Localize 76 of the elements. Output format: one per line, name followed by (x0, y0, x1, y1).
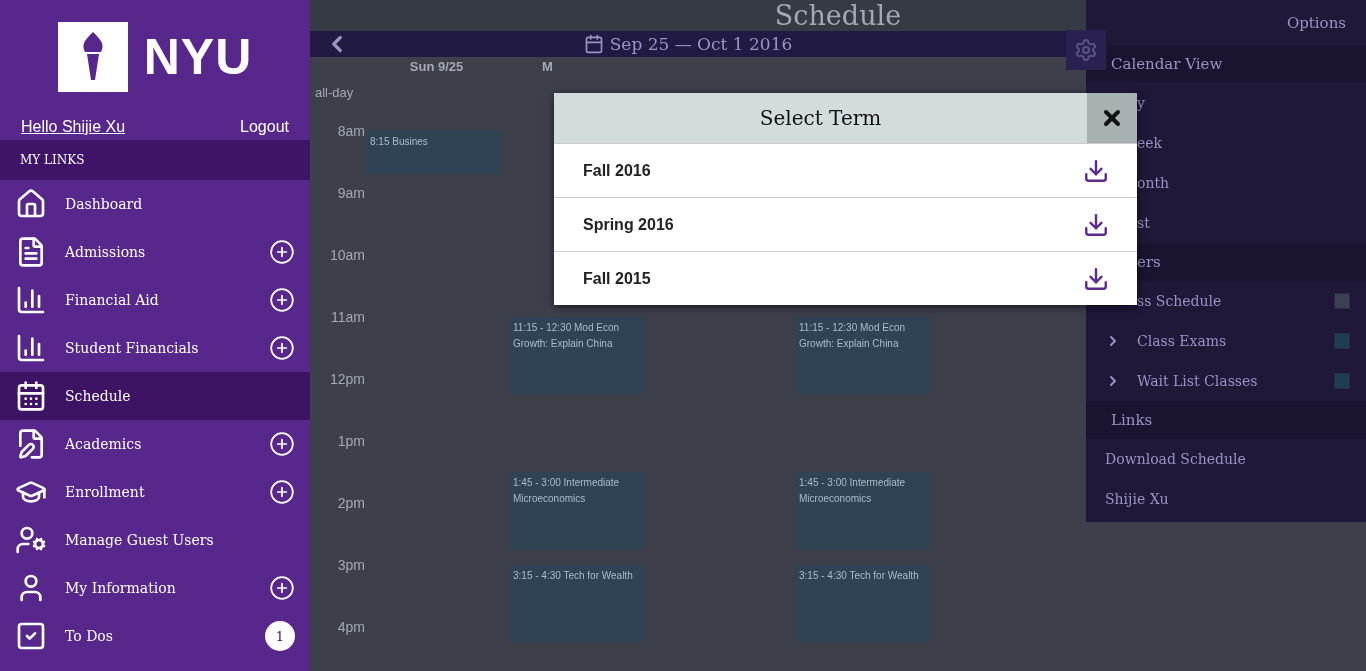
event-block[interactable]: 3:15 - 4:30 Tech for Wealth (796, 564, 930, 642)
event-text: 11:15 - 12:30 Mod Econ Growth: Explain China (513, 321, 619, 349)
expand-icon[interactable] (269, 335, 295, 361)
hour-label: 4pm (336, 618, 365, 637)
hour-label: 11am (330, 308, 365, 327)
hour-label: 12pm (328, 370, 365, 389)
event-text: 11:15 - 12:30 Mod Econ Growth: Explain China (799, 321, 905, 349)
section-header: MY LINKS (0, 140, 310, 180)
option-item[interactable]: Download Schedule (1086, 439, 1366, 479)
day-header: M (541, 58, 554, 76)
download-icon[interactable] (1083, 265, 1109, 292)
nav-item[interactable]: Manage Guest Users (0, 516, 310, 564)
download-icon[interactable] (1083, 157, 1109, 184)
event-block[interactable]: 3:15 - 4:30 Tech for Wealth (510, 564, 644, 642)
filter-checkbox[interactable] (1334, 373, 1350, 389)
hour-label: 2pm (336, 494, 365, 513)
page-title: Schedule (774, 0, 902, 31)
event-text: 1:45 - 3:00 Intermediate Microeconomics (799, 476, 906, 504)
hour-label: 1pm (336, 432, 365, 451)
option-item[interactable]: Shijie Xu (1086, 479, 1366, 519)
dialog-title: Select Term (758, 105, 883, 132)
event-text: 3:15 - 4:30 Tech for Wealth (513, 569, 633, 581)
hour-label: 8am (336, 122, 365, 141)
nav-item[interactable]: Admissions (0, 228, 310, 276)
filter-checkbox[interactable] (1334, 333, 1350, 349)
close-button[interactable] (1087, 93, 1137, 143)
event-block[interactable]: 11:15 - 12:30 Mod Econ Growth: Explain China (510, 316, 644, 394)
hour-label: 9am (336, 184, 365, 203)
date-range: Sep 25 — Oct 1 2016 (609, 34, 793, 54)
torch-logo-icon (57, 22, 128, 92)
filter-checkbox[interactable] (1334, 293, 1350, 309)
event-text: 3:15 - 4:30 Tech for Wealth (799, 569, 919, 581)
hour-label: 10am (328, 246, 365, 265)
term-row[interactable]: Fall 2016 (554, 143, 1137, 197)
expand-icon[interactable] (269, 287, 295, 313)
chart-icon (15, 284, 47, 316)
logout-link[interactable]: Logout (240, 118, 289, 136)
chart-icon (15, 332, 47, 364)
event-block[interactable]: 8:15 Busines (367, 130, 501, 174)
event-block[interactable]: 1:45 - 3:00 Intermediate Microeconomics (510, 471, 644, 549)
nav-item[interactable]: My Information (0, 564, 310, 612)
calendar-icon (15, 380, 47, 412)
nav-item[interactable]: Enrollment (0, 468, 310, 516)
calendar-icon (583, 34, 604, 54)
check-icon (15, 620, 47, 652)
section-heading: Links (1086, 401, 1366, 439)
expand-icon[interactable] (269, 239, 295, 265)
expand-icon[interactable] (269, 479, 295, 505)
all-day-label: all-day (314, 84, 355, 102)
logo-text: NYU (143, 28, 253, 86)
event-block[interactable]: 11:15 - 12:30 Mod Econ Growth: Explain China (796, 316, 930, 394)
hour-label: 3pm (336, 556, 365, 575)
profile-link[interactable]: Hello Shijie Xu (21, 118, 126, 136)
nav-item[interactable]: Academics (0, 420, 310, 468)
expand-icon[interactable] (269, 575, 295, 601)
gear-icon (1074, 38, 1098, 62)
usercog-icon (15, 524, 47, 556)
nav-item[interactable]: To Dos 1 (0, 612, 310, 660)
day-header: Sun 9/25 (408, 58, 465, 76)
section-heading: Calendar View (1086, 45, 1366, 83)
expand-icon[interactable] (269, 431, 295, 457)
download-icon[interactable] (1083, 211, 1109, 238)
nav-item[interactable]: Schedule (0, 372, 310, 420)
count-badge: 1 (265, 621, 295, 651)
term-row[interactable]: Fall 2015 (554, 251, 1137, 305)
event-block[interactable]: 1:45 - 3:00 Intermediate Microeconomics (796, 471, 930, 549)
option-item[interactable]: Wait List Classes (1086, 361, 1366, 401)
option-item[interactable]: Class Exams (1086, 321, 1366, 361)
event-text: 8:15 Busines (370, 135, 428, 147)
options-title: Options (1286, 13, 1346, 32)
term-row[interactable]: Spring 2016 (554, 197, 1137, 251)
home-icon (15, 188, 47, 220)
nav-item[interactable]: Dashboard (0, 180, 310, 228)
nav-item[interactable]: Student Financials (0, 324, 310, 372)
nav-item[interactable]: Financial Aid (0, 276, 310, 324)
event-text: 1:45 - 3:00 Intermediate Microeconomics (513, 476, 620, 504)
